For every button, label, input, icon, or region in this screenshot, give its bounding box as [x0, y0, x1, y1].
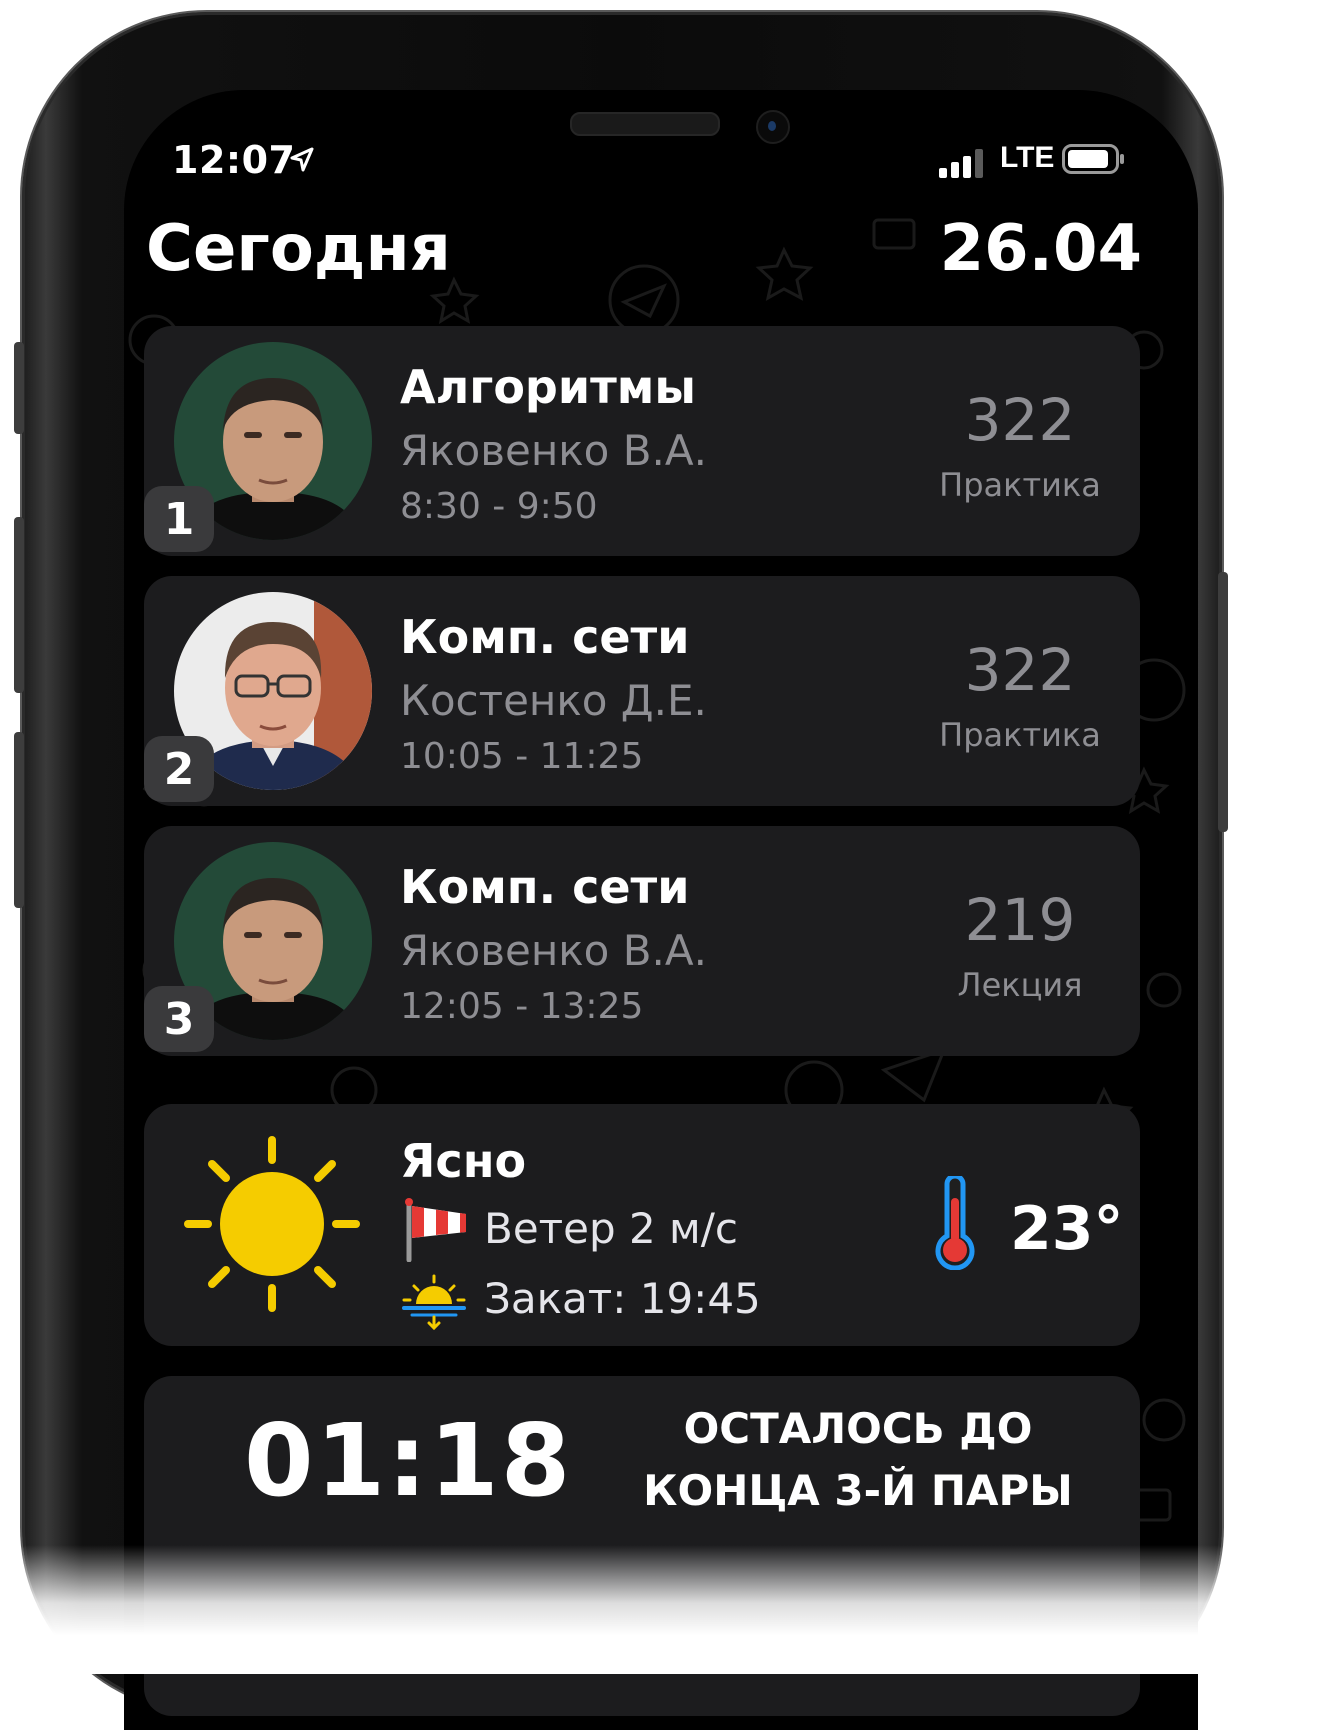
- sunset-time: Закат: 19:45: [484, 1274, 761, 1323]
- countdown-caption-line1: ОСТАЛОСЬ ДО: [683, 1404, 1033, 1453]
- sun-icon: [184, 1136, 360, 1312]
- volume-down-button: [14, 732, 24, 908]
- lesson-room: 219: [964, 886, 1076, 954]
- lesson-card[interactable]: 2 Комп. сети Костенко Д.Е. 10:05 - 11:25…: [144, 576, 1140, 806]
- silent-switch: [14, 342, 24, 434]
- phone-frame: 12:07 LTE Сегодня 26.04 1 Алгоритмы Яков…: [14, 12, 1228, 1730]
- windsock-icon: [405, 1198, 466, 1262]
- temperature: 23°: [1010, 1194, 1124, 1264]
- screen: 12:07 LTE Сегодня 26.04 1 Алгоритмы Яков…: [124, 90, 1198, 1730]
- lesson-type: Практика: [939, 466, 1101, 504]
- bottom-fade-overlay: [0, 1545, 1325, 1674]
- location-arrow-icon: [290, 147, 314, 172]
- power-button: [1218, 572, 1228, 832]
- sunset-icon: [402, 1274, 466, 1330]
- page-title: Сегодня: [146, 212, 451, 286]
- lesson-teacher: Яковенко В.А.: [400, 426, 707, 475]
- lesson-type: Практика: [939, 716, 1101, 754]
- lesson-teacher: Костенко Д.Е.: [400, 676, 707, 725]
- weather-condition: Ясно: [400, 1134, 527, 1188]
- countdown-caption: ОСТАЛОСЬ ДО КОНЦА 3-Й ПАРЫ: [628, 1398, 1088, 1522]
- countdown-timer: 01:18: [244, 1402, 573, 1519]
- lesson-subject: Алгоритмы: [400, 360, 696, 414]
- network-type: LTE: [1000, 141, 1055, 174]
- countdown-caption-line2: КОНЦА 3-Й ПАРЫ: [643, 1466, 1073, 1515]
- status-time: 12:07: [172, 138, 296, 182]
- lesson-number-badge: 1: [144, 486, 214, 552]
- lesson-time: 8:30 - 9:50: [400, 486, 598, 527]
- lesson-subject: Комп. сети: [400, 860, 690, 914]
- volume-up-button: [14, 517, 24, 693]
- front-camera: [756, 110, 790, 144]
- lesson-time: 10:05 - 11:25: [400, 736, 644, 777]
- page-date: 26.04: [939, 212, 1142, 286]
- lesson-card[interactable]: 3 Комп. сети Яковенко В.А. 12:05 - 13:25…: [144, 826, 1140, 1056]
- lesson-card[interactable]: 1 Алгоритмы Яковенко В.А. 8:30 - 9:50 32…: [144, 326, 1140, 556]
- lesson-type: Лекция: [957, 966, 1083, 1004]
- wind-speed: Ветер 2 м/с: [484, 1204, 738, 1253]
- weather-card[interactable]: Ясно Ветер 2 м/с Закат: 19:45 23°: [144, 1104, 1140, 1346]
- lesson-number-badge: 2: [144, 736, 214, 802]
- lesson-teacher: Яковенко В.А.: [400, 926, 707, 975]
- earpiece-speaker: [570, 112, 720, 136]
- lesson-room: 322: [964, 386, 1076, 454]
- lesson-time: 12:05 - 13:25: [400, 986, 644, 1027]
- lesson-subject: Комп. сети: [400, 610, 690, 664]
- lesson-number-badge: 3: [144, 986, 214, 1052]
- battery-icon: [1062, 144, 1124, 174]
- lesson-room: 322: [964, 636, 1076, 704]
- thermometer-icon: [935, 1176, 975, 1270]
- signal-bars-icon: [939, 149, 983, 178]
